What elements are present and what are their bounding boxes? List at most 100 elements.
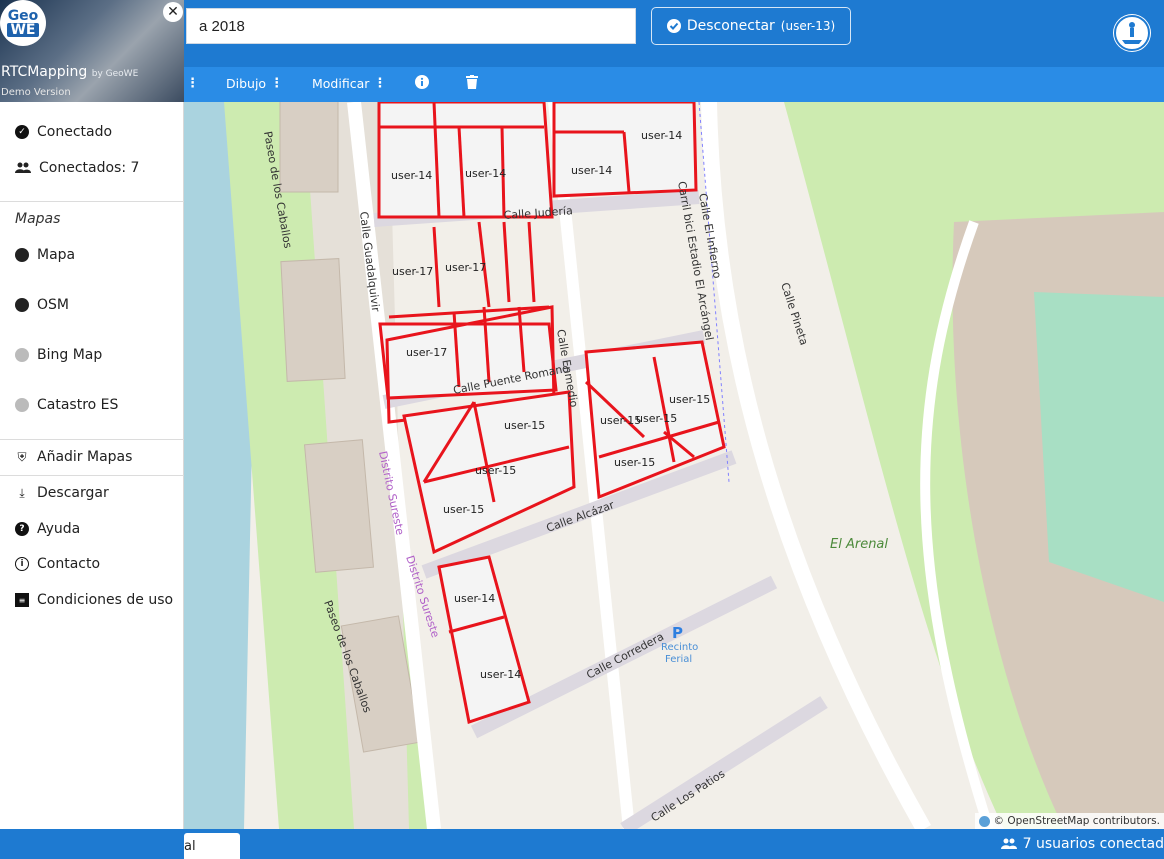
map-canvas[interactable]: Calle Judería Calle Guadalquivir Calle E… [184, 102, 1164, 829]
menu-terms[interactable]: ≡ Condiciones de uso [15, 592, 173, 608]
sidebar: Geo WE ✕ RTCMapping by GeoWE Demo Versio… [0, 0, 184, 859]
poi-label: Ferial [665, 654, 692, 665]
trash-icon [466, 75, 478, 89]
status-users[interactable]: Conectados: 7 [15, 160, 139, 176]
menu-label: Descargar [37, 485, 109, 501]
add-maps-label: Añadir Mapas [37, 449, 133, 465]
close-sidebar-button[interactable]: ✕ [163, 2, 183, 22]
sidebar-header: Geo WE ✕ RTCMapping by GeoWE Demo Versio… [0, 0, 184, 102]
users-online[interactable]: 7 usuarios conectad [1000, 836, 1164, 852]
search-input[interactable] [186, 8, 636, 44]
maps-section-title: Mapas [15, 211, 61, 227]
map-option-label: OSM [37, 297, 69, 313]
toolbar-draw-label: Dibujo [226, 76, 267, 91]
toolbar-menu-first[interactable]: ⋮ [186, 76, 199, 91]
map-user-icon [1114, 15, 1150, 51]
parcel-label: user-17 [406, 346, 447, 359]
disconnect-button[interactable]: Desconectar (user-13) [651, 7, 851, 45]
toolbar-modify-menu[interactable]: Modificar ⋮ [312, 76, 386, 91]
map-option-bing[interactable]: Bing Map [15, 347, 102, 363]
globe-icon [15, 298, 29, 312]
bottom-bar: al 7 usuarios conectad [0, 829, 1164, 859]
users-icon [1000, 838, 1017, 849]
divider [0, 475, 184, 476]
geowe-logo: Geo WE [0, 0, 46, 46]
globe-icon [15, 248, 29, 262]
map-attribution[interactable]: © OpenStreetMap contributors. [974, 813, 1164, 829]
parcel-label: user-14 [571, 164, 612, 177]
toolbar-modify-label: Modificar [312, 76, 370, 91]
app-by: by GeoWE [91, 69, 139, 79]
parcel-label: user-14 [480, 668, 521, 681]
map-option-osm[interactable]: OSM [15, 297, 69, 313]
demo-version-label: Demo Version [1, 87, 71, 98]
map-option-catastro[interactable]: Catastro ES [15, 397, 118, 413]
parcel-label: user-14 [454, 592, 495, 605]
globe-icon [15, 348, 29, 362]
parcel-label: user-15 [504, 419, 545, 432]
street-label: Calle Los Patios [649, 767, 728, 825]
status-users-label: Conectados: 7 [39, 160, 140, 176]
menu-label: Condiciones de uso [37, 592, 174, 608]
parcel-label: user-15 [443, 503, 484, 516]
kebab-icon: ⋮ [373, 76, 387, 91]
toolbar-draw-menu[interactable]: Dibujo ⋮ [226, 76, 283, 91]
attribution-text: © OpenStreetMap contributors. [993, 815, 1160, 827]
map-option-label: Catastro ES [37, 397, 119, 413]
globe-icon [15, 398, 29, 412]
users-online-label: 7 usuarios conectad [1022, 836, 1164, 852]
poi-label: Recinto [661, 642, 698, 653]
document-icon: ≡ [15, 593, 29, 607]
info-icon: i [15, 557, 29, 571]
parcel-label: user-14 [391, 169, 432, 182]
parcel-label: user-15 [475, 464, 516, 477]
menu-label: Ayuda [37, 521, 81, 537]
stadium-pitch [1034, 292, 1164, 602]
parcel-label: user-17 [392, 265, 433, 278]
add-layer-icon: ⛨ [17, 449, 27, 464]
info-button[interactable] [415, 75, 429, 89]
disconnect-label: Desconectar [686, 18, 775, 34]
bottom-tab[interactable]: al [184, 833, 240, 859]
check-circle-icon [666, 19, 681, 33]
street-label: Calle Corredera [584, 630, 666, 682]
close-icon: ✕ [167, 4, 179, 20]
menu-contact[interactable]: i Contacto [15, 556, 100, 572]
building [279, 102, 339, 193]
info-icon[interactable] [978, 815, 990, 827]
map-option-label: Bing Map [37, 347, 103, 363]
check-circle-icon: ✓ [15, 125, 29, 139]
menu-download[interactable]: ⤓ Descargar [15, 485, 109, 501]
logo-line2: WE [7, 23, 39, 37]
app-logo[interactable] [1113, 14, 1151, 52]
parcel-label: user-15 [669, 393, 710, 406]
map-option-label: Mapa [37, 247, 76, 263]
map-svg[interactable]: Calle Judería Calle Guadalquivir Calle E… [184, 102, 1164, 829]
add-maps-button[interactable]: ⛨ Añadir Mapas [15, 449, 132, 465]
download-icon: ⤓ [19, 485, 25, 500]
app-name: RTCMapping [1, 64, 88, 80]
kebab-icon: ⋮ [270, 76, 284, 91]
current-user: (user-13) [780, 19, 836, 33]
status-connected: ✓ Conectado [15, 124, 112, 140]
map-option-mapa[interactable]: Mapa [15, 247, 75, 263]
parking-icon: P [672, 624, 683, 642]
street-label: Calle Pineta [778, 281, 810, 347]
parcel-label: user-14 [465, 167, 506, 180]
menu-help[interactable]: ? Ayuda [15, 521, 80, 537]
divider [0, 439, 184, 440]
menu-label: Contacto [37, 556, 101, 572]
app-title: RTCMapping by GeoWE [1, 64, 138, 80]
parcel-label: user-17 [445, 261, 486, 274]
delete-button[interactable] [466, 75, 478, 89]
area-label: El Arenal [830, 537, 888, 552]
info-icon [415, 75, 429, 89]
building [303, 439, 375, 573]
parcel-label: user-15 [614, 456, 655, 469]
help-icon: ? [15, 522, 29, 536]
kebab-icon: ⋮ [186, 76, 199, 91]
parcel-label: user-15 [636, 412, 677, 425]
users-icon [15, 162, 31, 173]
parcel-label: user-14 [641, 129, 682, 142]
logo-line1: Geo [7, 8, 39, 24]
